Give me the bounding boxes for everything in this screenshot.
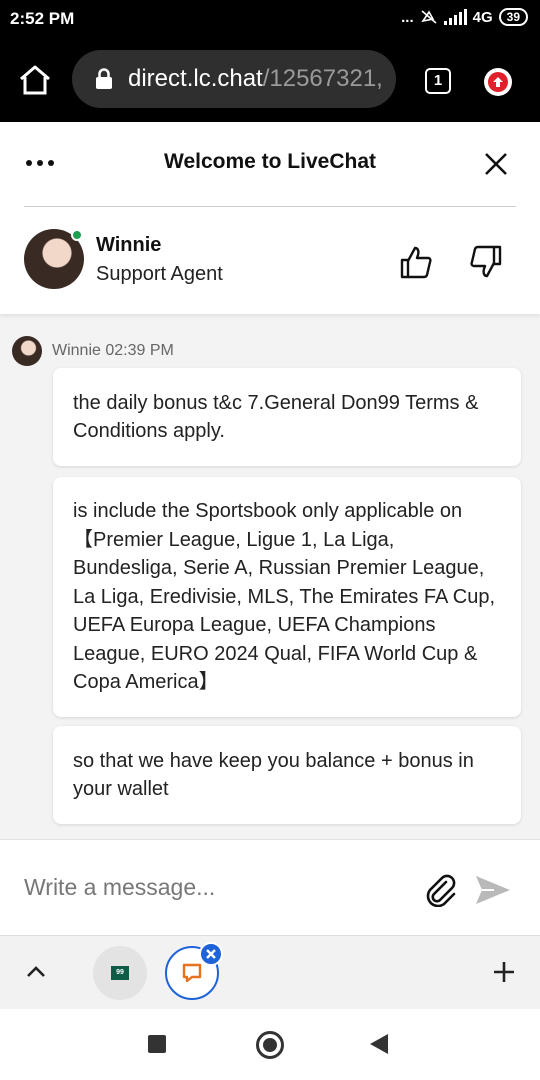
system-nav-bar: [0, 1009, 540, 1080]
nav-home-icon[interactable]: [256, 1031, 284, 1059]
agent-name: Winnie: [96, 234, 162, 256]
chevron-up-icon[interactable]: [25, 962, 47, 980]
tab-close-icon[interactable]: [199, 942, 223, 966]
chat-icon: [182, 963, 202, 983]
message-text: the daily bonus t&c 7.General Don99 Term…: [73, 391, 479, 443]
status-indicators: ... 4G 39: [401, 8, 528, 26]
message-input[interactable]: Write a message...: [24, 874, 215, 901]
address-bar[interactable]: direct.lc.chat/12567321,: [72, 50, 396, 108]
network-type: 4G: [472, 8, 493, 26]
url-host: direct.lc.chat: [128, 65, 263, 92]
message-meta: Winnie 02:39 PM: [12, 336, 174, 366]
tab-count-icon[interactable]: 1: [425, 68, 451, 94]
chat-title: Welcome to LiveChat: [164, 150, 376, 173]
message-bubble: the daily bonus t&c 7.General Don99 Term…: [53, 368, 521, 466]
send-icon[interactable]: [474, 874, 512, 906]
site-favicon: 99: [111, 966, 129, 980]
status-bar: 2:52 PM ... 4G 39: [0, 0, 540, 38]
close-icon[interactable]: [482, 150, 510, 178]
thumb-down-icon[interactable]: [468, 244, 504, 280]
signal-icon: [443, 9, 467, 25]
update-badge: [488, 72, 508, 92]
thumb-up-icon[interactable]: [398, 244, 434, 280]
header-divider: [24, 206, 516, 207]
message-composer: Write a message...: [0, 839, 540, 935]
chat-header: Welcome to LiveChat Winnie Support Agent: [0, 122, 540, 314]
tab-thumbnail[interactable]: 99: [93, 946, 147, 1000]
home-icon[interactable]: [18, 64, 52, 96]
message-author-time: Winnie 02:39 PM: [52, 342, 174, 359]
update-icon[interactable]: [484, 68, 512, 96]
status-time: 2:52 PM: [10, 9, 75, 28]
battery-level: 39: [506, 10, 520, 24]
arrow-up-icon: [493, 77, 503, 87]
url-path: /12567321,: [262, 65, 383, 92]
mute-icon: [420, 10, 437, 24]
notification-dots: ...: [401, 8, 414, 26]
tab-switcher-bar: 99: [0, 935, 540, 1009]
plus-icon[interactable]: [492, 960, 516, 984]
lock-icon: [96, 68, 112, 89]
online-status-icon: [71, 229, 83, 241]
nav-recents-icon[interactable]: [148, 1035, 166, 1053]
message-bubble: is include the Sportsbook only applicabl…: [53, 477, 521, 717]
agent-role: Support Agent: [96, 263, 223, 285]
attach-icon[interactable]: [424, 873, 458, 907]
battery-icon: 39: [498, 8, 528, 26]
nav-back-icon[interactable]: [370, 1034, 388, 1054]
message-avatar: [12, 336, 42, 366]
browser-toolbar: direct.lc.chat/12567321, 1: [0, 38, 540, 122]
message-text: so that we have keep you balance + bonus…: [73, 749, 474, 801]
message-text: is include the Sportsbook only applicabl…: [73, 500, 496, 694]
message-bubble: so that we have keep you balance + bonus…: [53, 726, 521, 824]
